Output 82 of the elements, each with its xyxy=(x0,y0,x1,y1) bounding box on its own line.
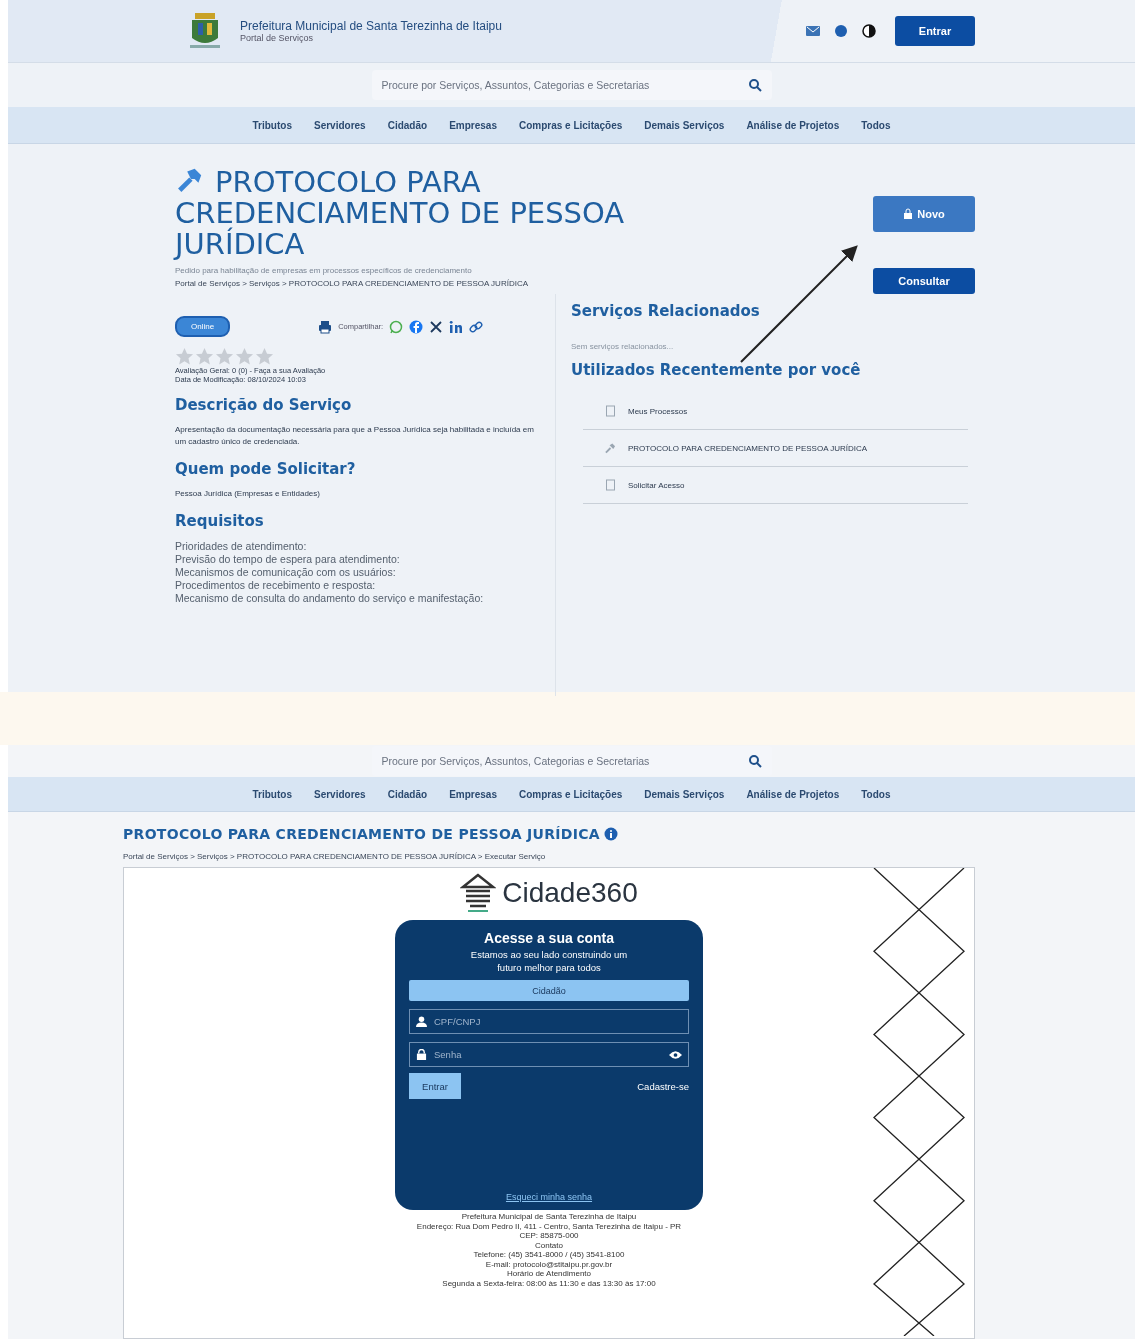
breadcrumb: Portal de Serviços > Serviços > PROTOCOLO PARA CREDENCIAMENTO DE PESSOA JURÍDICA xyxy=(175,279,529,288)
nav-link[interactable]: Todos xyxy=(861,788,891,800)
footer-text: Contato xyxy=(534,1240,563,1250)
logo-icon xyxy=(460,872,497,914)
footer-text: Endereço: Rua Dom Pedro II, 411 - Centro, Santa Terezinha de Itaipu - PR xyxy=(416,1221,682,1231)
nav-link[interactable]: Servidores xyxy=(314,788,366,800)
section-text: Previsão do tempo de espera para atendimento: xyxy=(175,553,401,566)
info-icon[interactable] xyxy=(604,827,618,841)
search-field[interactable]: Procure por Serviços, Assuntos, Categorias e Secretarias xyxy=(371,70,772,100)
link-icon[interactable] xyxy=(469,319,484,334)
nav-link[interactable]: Demais Serviços xyxy=(644,788,725,800)
footer-text: E-mail: protocolo@stitaipu.pr.gov.br xyxy=(485,1259,613,1269)
forgot-password-link[interactable]: Esqueci minha senha xyxy=(505,1192,593,1202)
footer-text: Horário de Atendimento xyxy=(506,1269,591,1279)
service-title: PROTOCOLO PARA CREDENCIAMENTO DE PESSOA JURÍDICA xyxy=(175,166,626,260)
nav-link[interactable]: Empresas xyxy=(449,119,497,131)
linkedin-icon[interactable] xyxy=(449,319,464,334)
nav-link[interactable]: Demais Serviços xyxy=(644,119,725,131)
nav-link[interactable]: Compras e Licitações xyxy=(518,119,623,131)
site-subtitle: Portal de Serviços xyxy=(240,33,315,43)
password-field[interactable]: Senha xyxy=(409,1042,689,1067)
document-icon xyxy=(605,479,616,491)
submit-button[interactable]: Entrar xyxy=(409,1073,461,1099)
search-icon[interactable] xyxy=(747,754,762,768)
cpf-field[interactable]: CPF/CNPJ xyxy=(409,1009,689,1034)
nav-link[interactable]: Análise de Projetos xyxy=(746,119,840,131)
section-text: Procedimentos de recebimento e resposta: xyxy=(175,579,377,592)
section-text: Mecanismo de consulta do andamento do serviço e manifestação: xyxy=(175,592,485,605)
service-summary: Pedido para habilitação de empresas em processos específicos de credenciamento xyxy=(175,266,473,275)
section-heading: Descrição do Serviço xyxy=(175,396,353,414)
search-icon[interactable] xyxy=(747,78,762,92)
footer-text: Telefone: (45) 3541-8000 / (45) 3541-8100 xyxy=(473,1250,625,1260)
register-link[interactable]: Cadastre-se xyxy=(637,1080,689,1092)
recent-item[interactable]: PROTOCOLO PARA CREDENCIAMENTO DE PESSOA JURÍDICA xyxy=(583,430,968,467)
login-title: Acesse a sua conta xyxy=(484,930,614,946)
footer-text: Segunda a Sexta-feira: 08:00 às 11:30 e das 13:30 às 17:00 xyxy=(442,1278,656,1288)
user-icon xyxy=(416,1016,427,1027)
nav-link[interactable]: Todos xyxy=(861,119,891,131)
nav-link[interactable]: Cidadão xyxy=(387,788,428,800)
section-heading: Serviços Relacionados xyxy=(571,302,761,320)
lock-icon xyxy=(903,208,914,220)
empty-message: Sem serviços relacionados... xyxy=(571,342,675,351)
breadcrumb: Portal de Serviços > Serviços > PROTOCOLO PARA CREDENCIAMENTO DE PESSOA JURÍDICA > Executar Serviço xyxy=(123,852,547,861)
section-text: Apresentação da documentação necessária para que a Pessoa Jurídica seja habilitada e incluída em um cadastro único de credenciada. xyxy=(175,424,535,448)
nav-link[interactable]: Tributos xyxy=(252,119,292,131)
globe-icon[interactable] xyxy=(833,24,849,38)
nav-link[interactable]: Servidores xyxy=(314,119,366,131)
nav-link[interactable]: Cidadão xyxy=(387,119,428,131)
login-subtitle: Estamos ao seu lado construindo um futuro melhor para todos xyxy=(469,948,629,974)
lock-icon xyxy=(416,1049,427,1060)
section-text: Prioridades de atendimento: xyxy=(175,540,308,553)
hammer-icon xyxy=(605,442,616,454)
login-button[interactable]: Entrar xyxy=(895,16,975,46)
star-rating[interactable] xyxy=(175,347,274,366)
status-badge: Online xyxy=(175,316,231,337)
user-type-tab[interactable]: Cidadão xyxy=(409,980,689,1001)
section-heading: Requisitos xyxy=(175,512,265,530)
mail-icon[interactable] xyxy=(805,24,821,38)
section-heading: Utilizados Recentemente por você xyxy=(571,361,862,379)
footer-text: CEP: 85875-000 xyxy=(519,1231,579,1241)
recent-item[interactable]: Meus Processos xyxy=(583,393,968,430)
nav-link[interactable]: Empresas xyxy=(449,788,497,800)
section-heading: Quem pode Solicitar? xyxy=(175,460,357,478)
facebook-icon[interactable] xyxy=(409,319,424,334)
nav-link[interactable]: Compras e Licitações xyxy=(518,788,623,800)
coat-of-arms-icon xyxy=(188,11,222,51)
eye-icon[interactable] xyxy=(669,1050,682,1060)
recent-item[interactable]: Solicitar Acesso xyxy=(583,467,968,504)
section-text: Pessoa Jurídica (Empresas e Entidades) xyxy=(175,488,321,500)
site-title: Prefeitura Municipal de Santa Terezinha de Itaipu xyxy=(240,19,502,33)
brand-name: Cidade360 xyxy=(502,877,638,909)
consult-button[interactable]: Consultar xyxy=(873,268,975,294)
contrast-icon[interactable] xyxy=(861,24,877,38)
print-icon[interactable] xyxy=(318,319,333,334)
nav-link[interactable]: Tributos xyxy=(252,788,292,800)
footer-text: Prefeitura Municipal de Santa Terezinha de Itaipu xyxy=(461,1212,637,1222)
x-logo-icon[interactable] xyxy=(429,319,444,334)
section-text: Mecanismos de comunicação com os usuários: xyxy=(175,566,397,579)
document-icon xyxy=(605,405,616,417)
page-title: PROTOCOLO PARA CREDENCIAMENTO DE PESSOA JURÍDICA xyxy=(123,826,600,842)
new-button[interactable]: Novo xyxy=(873,196,975,232)
nav-link[interactable]: Análise de Projetos xyxy=(746,788,840,800)
